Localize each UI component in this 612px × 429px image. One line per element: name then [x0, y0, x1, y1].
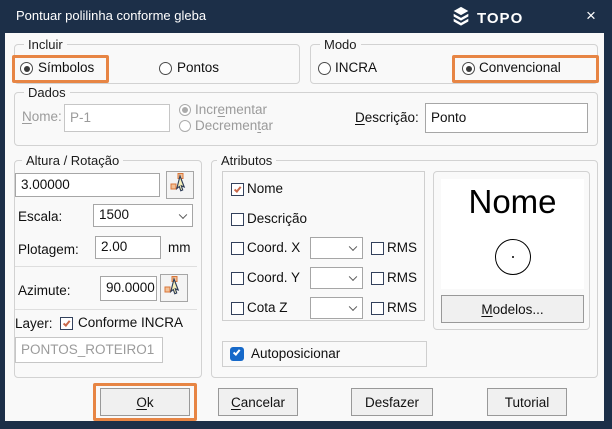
- layer-incra-checkbox-label[interactable]: Conforme INCRA: [78, 315, 183, 330]
- attr-descricao-checkbox[interactable]: [231, 213, 244, 226]
- autoposicionar-label[interactable]: Autoposicionar: [251, 346, 340, 361]
- cancelar-button[interactable]: Cancelar: [218, 388, 298, 416]
- cotaz-combo[interactable]: [310, 297, 363, 319]
- azimute-input[interactable]: 90.0000: [100, 276, 157, 301]
- nome-label: Nome:: [22, 109, 62, 124]
- coordy-rms-checkbox[interactable]: [371, 272, 384, 285]
- highlight-convencional: [452, 55, 599, 83]
- tutorial-button[interactable]: Tutorial: [487, 388, 567, 416]
- close-icon[interactable]: ×: [580, 5, 602, 27]
- attr-descricao-label[interactable]: Descrição: [247, 211, 307, 226]
- attr-coordy-label[interactable]: Coord. Y: [247, 270, 300, 285]
- chevron-down-icon: [348, 242, 358, 252]
- attr-coordx-checkbox[interactable]: [231, 242, 244, 255]
- descricao-label: Descrição:: [355, 110, 419, 125]
- group-atributos-legend: Atributos: [217, 153, 277, 168]
- azimute-pick-button[interactable]: [160, 274, 188, 302]
- brand-logo: TOPO: [450, 5, 523, 32]
- highlight-simbolos: [12, 55, 109, 83]
- group-incluir-legend: Incluir: [24, 37, 67, 52]
- plotagem-unit: mm: [168, 240, 191, 255]
- layer-input[interactable]: PONTOS_ROTEIRO1: [15, 337, 163, 363]
- coordx-rms-checkbox[interactable]: [371, 242, 384, 255]
- preview-nome-text: Nome: [468, 183, 557, 220]
- dialog-body: Incluir Símbolos Pontos Modo INCRA Conve…: [5, 33, 604, 421]
- coordy-combo[interactable]: [310, 267, 363, 289]
- chevron-down-icon: [178, 210, 188, 219]
- attr-coordx-label[interactable]: Coord. X: [247, 240, 300, 255]
- escala-label: Escala:: [18, 209, 63, 224]
- plotagem-input[interactable]: 2.00: [95, 236, 161, 259]
- descricao-input[interactable]: Ponto: [425, 103, 588, 133]
- divider: [15, 266, 197, 267]
- attr-cotaz-label[interactable]: Cota Z: [247, 300, 288, 315]
- autoposicionar-checkbox[interactable]: [230, 347, 244, 361]
- topo-layers-icon: [450, 5, 472, 32]
- radio-decrementar-label: Decrementar: [195, 118, 274, 133]
- radio-incra-label[interactable]: INCRA: [335, 60, 377, 75]
- attr-coordy-checkbox[interactable]: [231, 272, 244, 285]
- coordx-rms-label[interactable]: RMS: [387, 240, 417, 255]
- group-dados-legend: Dados: [24, 85, 70, 100]
- azimute-label: Azimute:: [18, 283, 71, 298]
- group-modo-legend: Modo: [320, 37, 361, 52]
- cotaz-rms-label[interactable]: RMS: [387, 300, 417, 315]
- radio-decrementar[interactable]: [179, 120, 191, 132]
- layer-label: Layer:: [15, 316, 53, 331]
- nome-input[interactable]: P-1: [64, 104, 170, 132]
- attr-nome-checkbox[interactable]: [231, 183, 244, 196]
- group-altura-legend: Altura / Rotação: [22, 153, 124, 168]
- modelos-button[interactable]: Modelos...: [441, 295, 584, 323]
- plotagem-label: Plotagem:: [18, 242, 79, 257]
- radio-pontos[interactable]: [159, 62, 172, 75]
- desfazer-button[interactable]: Desfazer: [351, 388, 433, 416]
- dialog-title: Pontuar polilinha conforme gleba: [16, 8, 207, 23]
- dialog-window: Pontuar polilinha conforme gleba TOPO × …: [0, 0, 612, 429]
- radio-pontos-label[interactable]: Pontos: [177, 60, 219, 75]
- title-bar: Pontuar polilinha conforme gleba TOPO ×: [0, 0, 612, 33]
- chevron-down-icon: [348, 272, 358, 282]
- divider: [15, 309, 197, 310]
- layer-incra-checkbox[interactable]: [60, 317, 73, 330]
- chevron-down-icon: [348, 302, 358, 312]
- coordy-rms-label[interactable]: RMS: [387, 270, 417, 285]
- coordx-combo[interactable]: [310, 237, 363, 259]
- attr-nome-label[interactable]: Nome: [247, 181, 283, 196]
- preview-point-dot: [512, 256, 514, 258]
- radio-incrementar-label: Incrementar: [195, 102, 268, 117]
- altura-input[interactable]: 3.00000: [15, 173, 160, 197]
- pick-cursor-icon: [164, 275, 184, 301]
- altura-pick-button[interactable]: [166, 171, 194, 199]
- highlight-ok: [93, 383, 197, 421]
- radio-incra[interactable]: [318, 62, 331, 75]
- attr-cotaz-checkbox[interactable]: [231, 302, 244, 315]
- radio-incrementar[interactable]: [179, 104, 191, 116]
- escala-combo[interactable]: 1500: [93, 204, 193, 227]
- symbol-preview: Nome: [441, 179, 584, 289]
- pick-cursor-icon: [170, 172, 190, 198]
- cotaz-rms-checkbox[interactable]: [371, 302, 384, 315]
- brand-name: TOPO: [477, 10, 524, 27]
- symbol-preview-panel: Nome Modelos...: [433, 171, 590, 330]
